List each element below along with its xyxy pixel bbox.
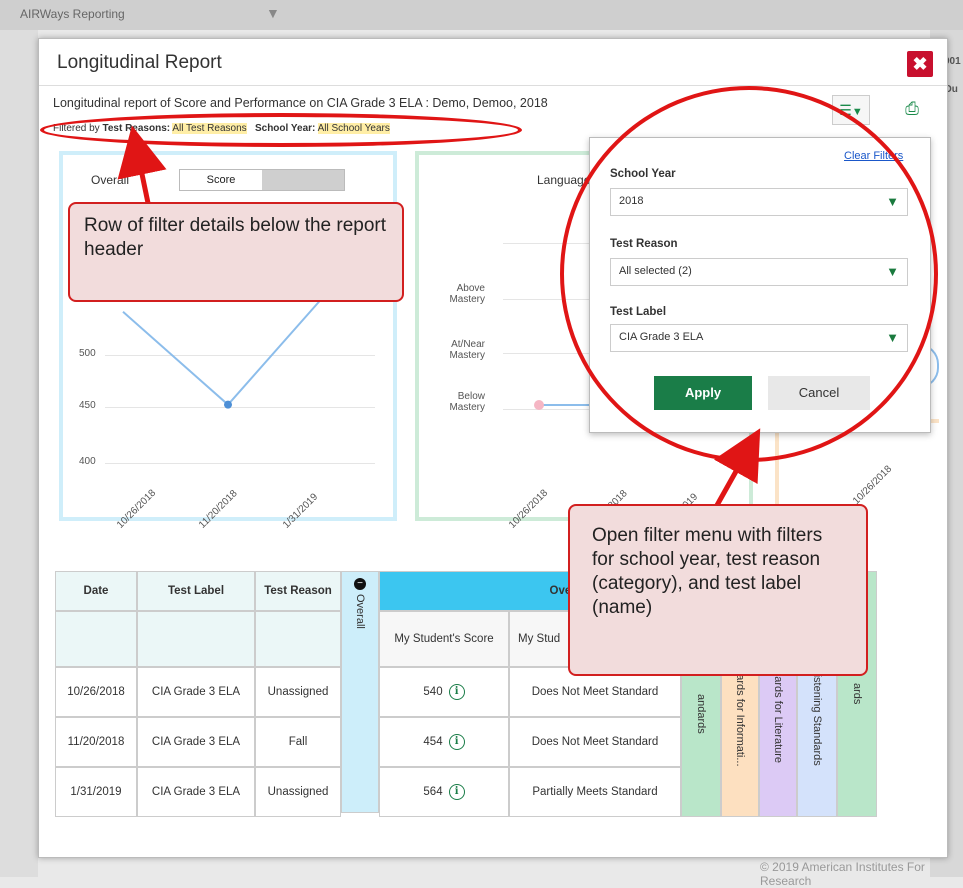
callout-filter-menu: Open filter menu with filters for school… xyxy=(568,504,868,676)
arrow-to-filter-row xyxy=(117,125,167,204)
callout-filter-row: Row of filter details below the report h… xyxy=(68,202,404,302)
annotation-arrows xyxy=(117,125,761,509)
arrow-to-filter-menu xyxy=(713,428,761,509)
